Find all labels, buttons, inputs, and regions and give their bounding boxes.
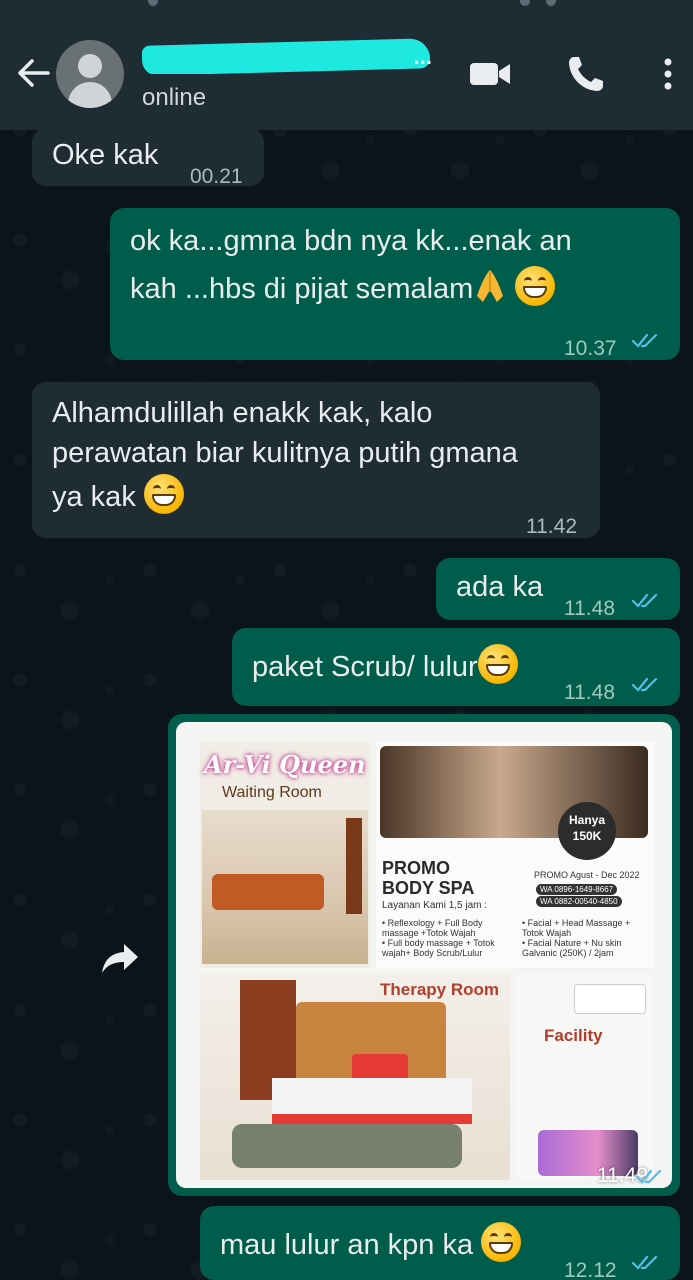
message-bubble-outgoing[interactable]: mau lulur an kpn ka 12.12	[200, 1206, 680, 1280]
message-bubble-outgoing[interactable]: ada ka 11.48	[436, 558, 680, 620]
message-bubble-incoming[interactable]: Oke kak 00.21	[32, 128, 264, 188]
message-text-line: kah ...hbs di pijat semalam	[130, 273, 474, 305]
voice-call-icon[interactable]	[564, 52, 608, 96]
layanan-label: Layanan Kami 1,5 jam :	[382, 900, 488, 911]
air-conditioner-shape	[574, 984, 646, 1014]
price-badge: Hanya 150K	[558, 802, 616, 860]
contact-avatar[interactable]	[56, 40, 124, 108]
grinning-emoji	[515, 266, 556, 306]
sofa-shape	[212, 874, 324, 910]
promo-title: PROMO BODY SPA	[382, 858, 474, 898]
message-text-line-with-emoji: paket Scrub/ lulur	[252, 644, 518, 688]
message-text-line-with-emoji: ya kak	[52, 474, 184, 518]
read-receipt-icon	[632, 677, 658, 692]
service-item: massage +Totok Wajah	[382, 928, 476, 938]
message-text: ada ka	[456, 571, 544, 603]
read-receipt-icon	[632, 333, 658, 348]
status-dot	[546, 0, 556, 6]
waiting-room-label: Waiting Room	[222, 784, 322, 801]
chat-header: ... online	[0, 0, 693, 130]
message-text-line-with-emoji: kah ...hbs di pijat semalam	[130, 266, 556, 310]
message-image-bubble[interactable]: Ar-Vi Queen Waiting Room Hanya 150K PROM…	[168, 714, 680, 1196]
forward-icon[interactable]	[98, 936, 142, 980]
read-receipt-icon	[632, 593, 658, 608]
avatar-head	[78, 54, 102, 78]
price-line: Hanya	[568, 813, 606, 827]
bench-shape	[232, 1124, 462, 1168]
service-item: • Reflexology + Full Body	[382, 918, 483, 928]
contact-name[interactable]: ...	[142, 38, 432, 74]
status-dot	[148, 0, 158, 6]
whatsapp-number: WA 0896-1649-8667	[536, 884, 618, 895]
message-text-line: ya kak	[52, 481, 136, 513]
message-time: 10.37	[564, 337, 617, 360]
door-shape	[346, 818, 362, 914]
service-item: Totok Wajah	[522, 928, 572, 938]
read-receipt-icon	[632, 1255, 658, 1270]
therapy-room-label: Therapy Room	[380, 980, 500, 999]
message-bubble-outgoing[interactable]: paket Scrub/ lulur 11.48	[232, 628, 680, 706]
message-text: paket Scrub/ lulur	[252, 651, 478, 683]
contact-name-ellipsis: ...	[413, 44, 432, 69]
status-bar	[0, 0, 693, 14]
folded-hands-emoji	[477, 270, 504, 302]
service-item: • Facial + Head Massage +	[522, 918, 631, 928]
contact-status: online	[142, 84, 207, 111]
brand-logo-text: Ar-Vi Queen	[204, 750, 366, 779]
read-receipt-icon	[636, 1169, 662, 1184]
message-bubble-incoming[interactable]: Alhamdulillah enakk kak, kalo perawatan …	[32, 382, 600, 538]
message-time: 11.48	[564, 597, 615, 620]
message-text-line: perawatan biar kulitnya putih gmana	[52, 437, 518, 469]
message-time: 11.48	[564, 681, 615, 704]
pillow-shape	[352, 1054, 408, 1080]
message-text: mau lulur an kpn ka	[220, 1229, 474, 1261]
facility-label: Facility	[544, 1026, 603, 1045]
service-item: • Facial Nature + Nu skin	[522, 938, 622, 948]
promo-image[interactable]: Ar-Vi Queen Waiting Room Hanya 150K PROM…	[176, 722, 672, 1188]
whatsapp-number: WA 0882-00540-4850	[536, 896, 622, 907]
message-text-line: Alhamdulillah enakk kak, kalo	[52, 397, 433, 429]
service-item: • Full body massage + Totok	[382, 938, 495, 948]
promo-title-line: BODY SPA	[382, 878, 475, 898]
message-bubble-outgoing[interactable]: ok ka...gmna bdn nya kk...enak an kah ..…	[110, 208, 680, 360]
service-item: wajah+ Body Scrub/Lulur	[382, 948, 483, 958]
grinning-emoji	[481, 1222, 522, 1262]
more-options-icon[interactable]	[654, 52, 682, 96]
redaction-mark	[142, 38, 431, 74]
message-time: 00.21	[190, 165, 243, 188]
message-text-line-with-emoji: mau lulur an kpn ka	[220, 1222, 522, 1266]
status-dot	[520, 0, 530, 6]
message-time: 12.12	[564, 1259, 617, 1280]
back-arrow-icon[interactable]	[14, 54, 52, 92]
promo-title-line: PROMO	[382, 858, 451, 878]
message-text: Oke kak	[52, 139, 159, 171]
message-text-line: ok ka...gmna bdn nya kk...enak an	[130, 225, 572, 257]
grinning-emoji	[477, 644, 518, 684]
price-line: 150K	[572, 829, 602, 843]
promo-period: PROMO Agust - Dec 2022	[534, 870, 640, 880]
bed-shape	[272, 1078, 472, 1124]
avatar-body	[68, 82, 112, 108]
service-item: Galvanic (250K) / 2jam	[522, 948, 614, 958]
grinning-emoji	[143, 474, 184, 514]
message-time: 11.42	[526, 515, 577, 538]
video-call-icon[interactable]	[468, 52, 512, 96]
